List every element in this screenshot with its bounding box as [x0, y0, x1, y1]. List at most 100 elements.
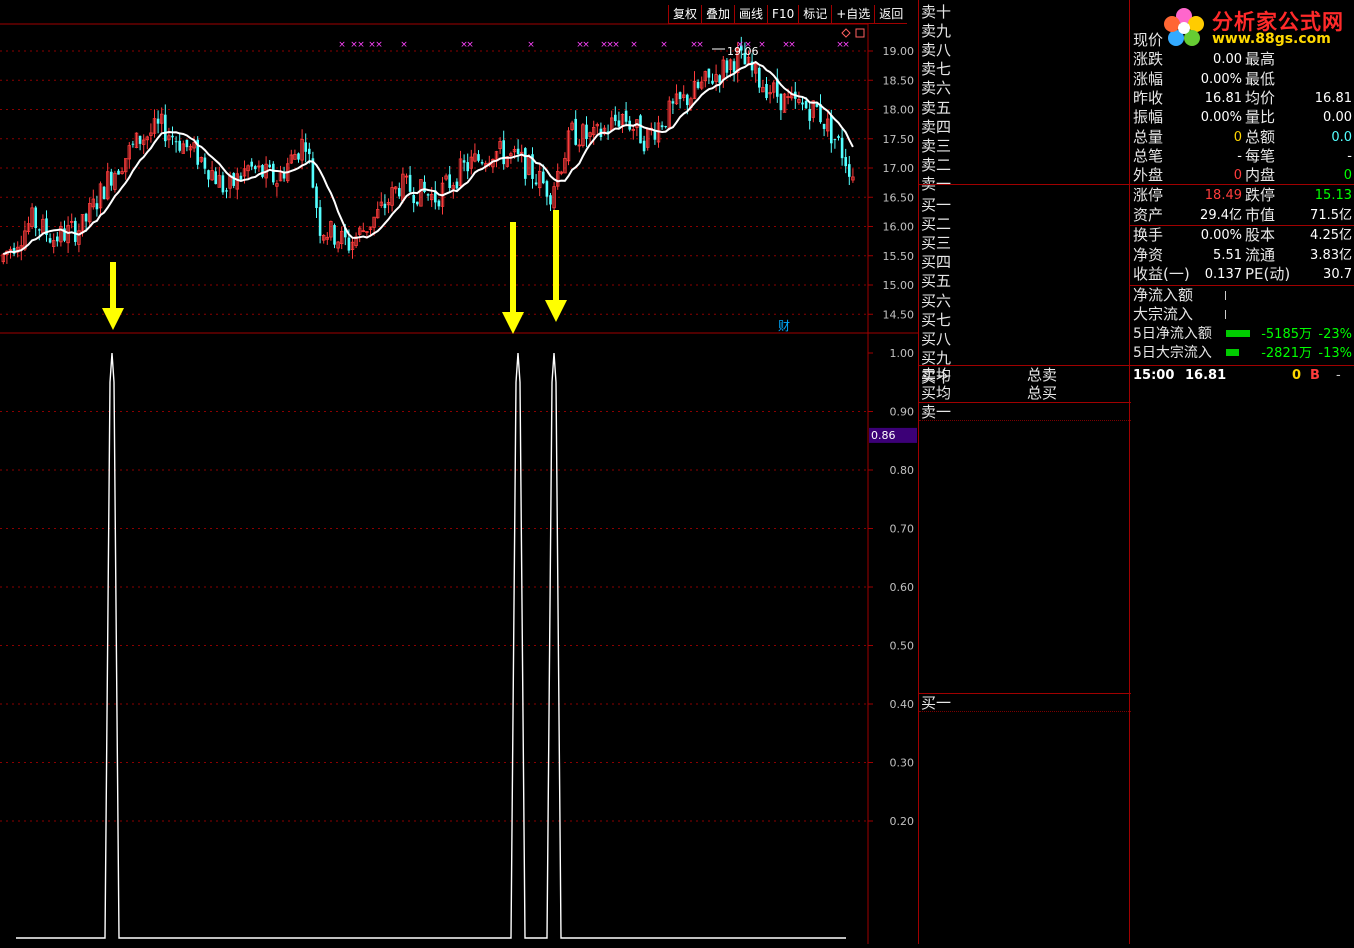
indicator-tick-label: 0.20	[890, 815, 915, 828]
candle-body	[412, 195, 415, 204]
candle-body	[74, 220, 77, 242]
tick-price: 16.81	[1185, 368, 1227, 383]
overlay-button[interactable]: 叠加	[701, 5, 735, 24]
flower-logo-icon	[1164, 8, 1204, 46]
quote-key: 收益(一)	[1133, 265, 1190, 283]
candle-body	[426, 194, 430, 196]
candle-body	[765, 83, 768, 99]
candle-body	[574, 118, 577, 145]
signal-marker: ×	[612, 40, 620, 50]
candle-body	[171, 135, 174, 138]
candle-body	[830, 114, 833, 144]
price-tick-label: 17.00	[883, 162, 915, 175]
candle-body	[516, 148, 520, 155]
signal-marker: ×	[788, 40, 796, 50]
quote-value: 71.5亿	[1310, 207, 1352, 223]
indicator-tick-label: 0.80	[890, 464, 915, 477]
candle-body	[268, 164, 271, 168]
quote-row: 收益(一) 0.137 PE(动) 30.7	[1130, 265, 1354, 284]
quote-key: 换手	[1133, 226, 1164, 244]
candle-body	[617, 120, 621, 127]
candle-body	[542, 171, 545, 184]
quote-key: 量比	[1245, 108, 1276, 127]
candle-body	[221, 175, 225, 193]
quote-value: 4.25亿	[1310, 228, 1352, 243]
candle-body	[48, 238, 52, 243]
quote-key: 最低	[1245, 69, 1276, 88]
draw-line-button[interactable]: 画线	[734, 5, 768, 24]
quote-key: 总额	[1245, 127, 1276, 146]
candle-body	[34, 207, 37, 229]
quote-value: 0.00%	[1200, 71, 1242, 87]
quote-value: 0.00	[1323, 110, 1352, 126]
orderbook-level-label: 买三	[921, 234, 952, 253]
chart-canvas[interactable]: 19.00 18.50 18.00 17.50 17.00 16.50 16.00 15.50…	[0, 0, 918, 944]
signal-marker: ×	[466, 40, 474, 50]
quote-row: 净资 5.51 流通 3.83亿	[1130, 246, 1354, 265]
quote-row: 总量 0 总额 0.0	[1130, 128, 1354, 147]
indicator-tick-label: 1.00	[890, 347, 915, 360]
candle-body	[178, 140, 181, 151]
total-buy-label: 总买	[1027, 384, 1058, 402]
candle-body	[95, 203, 99, 210]
quote-key: PE(动)	[1245, 265, 1291, 283]
quote-value: 0.137	[1204, 267, 1242, 282]
candle-body	[131, 143, 135, 145]
quote-key: 最高	[1245, 50, 1276, 69]
quote-row: 涨幅 0.00% 最低	[1130, 70, 1354, 89]
candle-body	[408, 174, 412, 192]
quote-row: 总笔 - 每笔 -	[1130, 147, 1354, 166]
orderbook-level-label: 买六	[921, 291, 952, 310]
quote-key: 流通	[1245, 245, 1276, 264]
high-price-label: 19.06	[727, 45, 759, 58]
candle-body	[315, 186, 318, 208]
tick-side: B	[1310, 368, 1320, 383]
signal-marker: ×	[338, 40, 346, 50]
candle-body	[261, 165, 264, 177]
candle-body	[718, 75, 721, 83]
back-button[interactable]: 返回	[874, 5, 908, 24]
candle-body	[225, 190, 228, 192]
candle-body	[318, 207, 322, 236]
candle-body	[455, 181, 459, 189]
signal-marker: ×	[842, 40, 850, 50]
candle-body	[840, 137, 844, 159]
quote-key: 净资	[1133, 245, 1164, 264]
quote-row: 资产 29.4亿 市值 71.5亿	[1130, 206, 1354, 225]
quote-key: 内盘	[1245, 166, 1276, 185]
add-watchlist-button[interactable]: +自选	[831, 5, 875, 24]
price-tick-label: 15.50	[883, 250, 915, 263]
candle-body	[639, 115, 642, 144]
candle-body	[837, 136, 840, 138]
candle-body	[239, 175, 243, 180]
candle-body	[524, 148, 527, 179]
price-tick-label: 16.50	[883, 191, 915, 204]
signal-marker: ×	[630, 40, 638, 50]
quote-divider	[1130, 365, 1354, 366]
quote-row: 昨收 16.81 均价 16.81	[1130, 89, 1354, 108]
quote-key: 涨幅	[1133, 69, 1164, 88]
quote-key: 外盘	[1133, 166, 1164, 185]
indicator-tick-label: 0.60	[890, 581, 915, 594]
net5-label: 5日净流入额	[1133, 326, 1212, 342]
candle-body	[624, 110, 628, 122]
orderbook-level-label: 卖九	[921, 22, 952, 41]
restore-rights-button[interactable]: 复权	[668, 5, 702, 24]
candle-body	[707, 68, 711, 78]
quote-key: 振幅	[1133, 108, 1164, 127]
quote-value: 29.4亿	[1200, 207, 1242, 223]
tick-volume: 0	[1292, 368, 1302, 383]
candle-body	[545, 181, 549, 197]
candle-body	[102, 186, 106, 200]
mark-button[interactable]: 标记	[798, 5, 832, 24]
candle-body	[117, 170, 120, 175]
quote-value: 0.00%	[1200, 228, 1242, 243]
candle-body	[347, 237, 351, 251]
f10-button[interactable]: F10	[767, 5, 799, 24]
price-tick-label: 18.00	[883, 104, 915, 117]
order-book-panel: 卖十 卖九 卖八 卖七 卖六 卖五 卖四 卖三 卖二 卖一 买一 买二 买三 买四 买五 买六 买七 买八 买九 买十…	[918, 0, 1131, 944]
candle-body	[779, 93, 783, 111]
kline-chart-area[interactable]: 19.00 18.50 18.00 17.50 17.00 16.50 16.00 15.50…	[0, 0, 918, 944]
orderbook-level-label: 卖二	[921, 155, 952, 174]
candle-body	[297, 153, 300, 160]
